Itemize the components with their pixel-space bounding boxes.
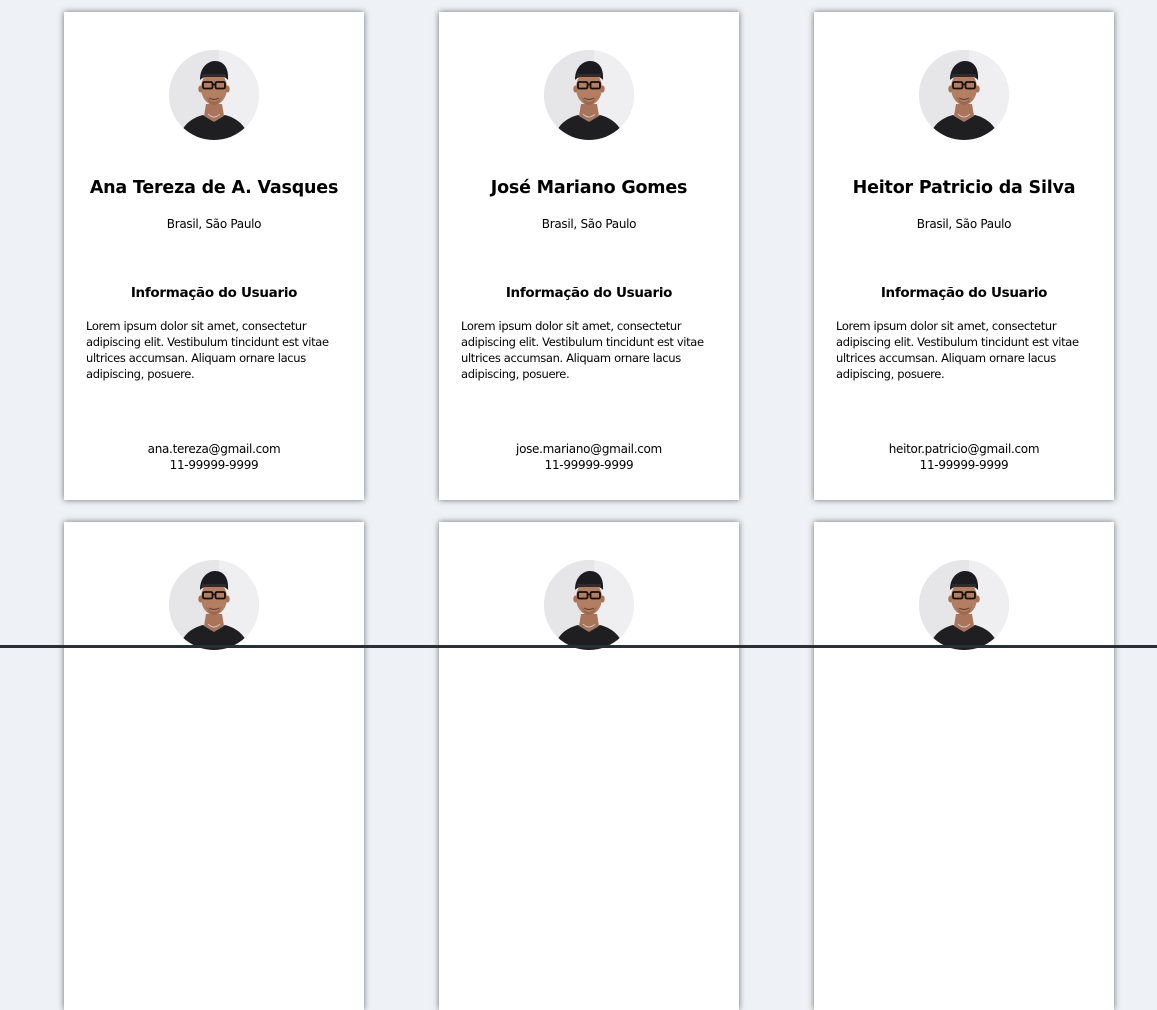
user-name: Heitor Patricio da Silva [852,178,1076,198]
avatar [919,560,1009,650]
user-phone: 11-99999-9999 [544,458,634,472]
profile-card: Heitor Patricio da Silva Brasil, São Pau… [814,12,1114,500]
contact-info: ana.tereza@gmail.com 11-99999-9999 [64,441,364,473]
contact-info: heitor.patricio@gmail.com 11-99999-9999 [814,441,1114,473]
user-phone: 11-99999-9999 [919,458,1009,472]
info-section-title: Informação do Usuario [880,285,1048,301]
user-photo [919,50,1009,140]
profile-card [64,522,364,1010]
user-location: Brasil, São Paulo [916,217,1012,231]
user-photo [919,560,1009,650]
profile-card: Ana Tereza de A. Vasques Brasil, São Pau… [64,12,364,500]
profile-card-grid: Ana Tereza de A. Vasques Brasil, São Pau… [0,0,1157,1010]
user-email: heitor.patricio@gmail.com [888,442,1040,456]
user-location: Brasil, São Paulo [166,217,262,231]
avatar [544,560,634,650]
user-email: ana.tereza@gmail.com [147,442,281,456]
info-description: Lorem ipsum dolor sit amet, consectetur … [86,319,329,381]
user-email: jose.mariano@gmail.com [516,442,662,456]
user-photo [169,560,259,650]
info-section-title: Informação do Usuario [130,285,298,301]
avatar [544,50,634,140]
user-photo [169,50,259,140]
contact-info: jose.mariano@gmail.com 11-99999-9999 [439,441,739,473]
user-phone: 11-99999-9999 [169,458,259,472]
avatar [169,560,259,650]
info-description: Lorem ipsum dolor sit amet, consectetur … [836,319,1079,381]
avatar [919,50,1009,140]
profile-card [814,522,1114,1010]
user-location: Brasil, São Paulo [541,217,637,231]
info-section-title: Informação do Usuario [505,285,673,301]
user-photo [544,560,634,650]
avatar [169,50,259,140]
profile-card [439,522,739,1010]
profile-card: José Mariano Gomes Brasil, São Paulo Inf… [439,12,739,500]
user-name: Ana Tereza de A. Vasques [89,178,339,198]
user-photo [544,50,634,140]
user-name: José Mariano Gomes [490,178,688,198]
info-description: Lorem ipsum dolor sit amet, consectetur … [461,319,704,381]
